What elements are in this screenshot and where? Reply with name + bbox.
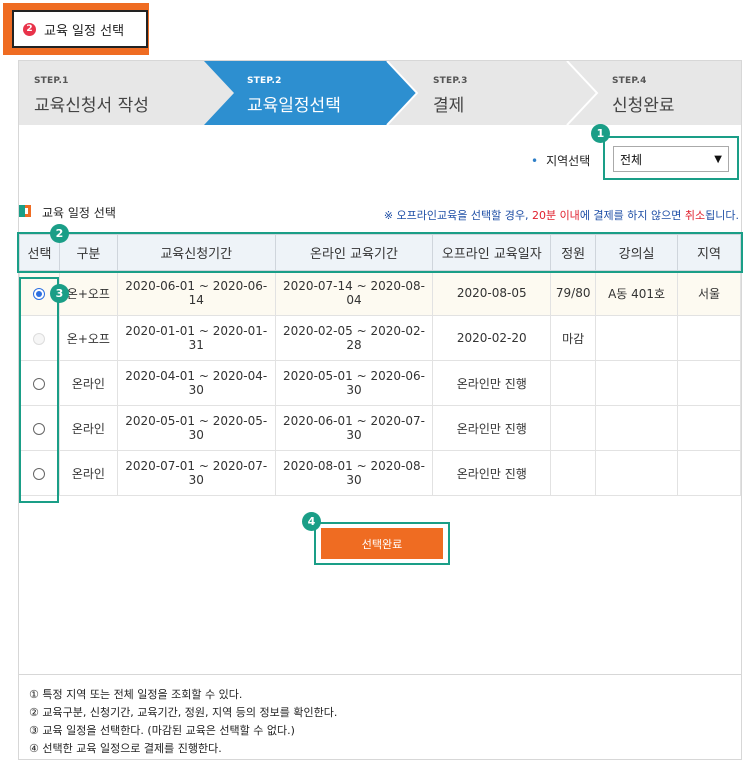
capacity-cell: 79/80: [550, 270, 597, 316]
step-4-label: STEP.4: [612, 76, 647, 86]
apply-period-cell: 2020-01-01 ~ 2020-01-31: [116, 315, 276, 361]
col-header-region: 지역: [677, 234, 741, 271]
offline-date-cell: 2020-02-20: [432, 315, 552, 361]
callout-badge-1: 1: [591, 124, 610, 143]
note-line: ④ 선택한 교육 일정으로 결제를 진행한다.: [29, 742, 222, 755]
notice-part-3: 에 결제를 하지 않으면: [579, 209, 685, 222]
schedule-radio[interactable]: [33, 467, 46, 480]
section-title: 교육 일정 선택: [42, 206, 116, 220]
capacity-cell: [550, 405, 597, 451]
note-line: ② 교육구분, 신청기간, 교육기간, 정원, 지역 등의 정보를 확인한다.: [29, 706, 338, 719]
notice-part-2: 20분 이내: [531, 209, 580, 222]
notice-part-5: 됩니다.: [705, 209, 739, 222]
apply-period-cell: 2020-07-01 ~ 2020-07-30: [116, 450, 276, 496]
bullet-icon: •: [531, 154, 539, 168]
step-3-title: 결제: [433, 96, 465, 116]
row-select-cell: [19, 315, 60, 361]
schedule-radio[interactable]: [33, 422, 46, 435]
step-2-label: STEP.2: [247, 76, 282, 86]
row-select-cell: [19, 360, 60, 406]
note-line: ③ 교육 일정을 선택한다. (마감된 교육은 선택할 수 없다.): [29, 724, 295, 737]
table-row: 온+오프 2020-01-01 ~ 2020-01-31 2020-02-05 …: [19, 315, 741, 361]
region-label: • 지역선택: [531, 152, 590, 169]
help-notes: ① 특정 지역 또는 전체 일정을 조회할 수 있다. ② 교육구분, 신청기간…: [19, 674, 741, 758]
table-row[interactable]: 온라인 2020-07-01 ~ 2020-07-30 2020-08-01 ~…: [19, 450, 741, 496]
section-title-box: 2 교육 일정 선택: [12, 10, 148, 48]
room-cell: [595, 405, 679, 451]
apply-period-cell: 2020-05-01 ~ 2020-05-30: [116, 405, 276, 451]
step-1-label: STEP.1: [34, 76, 69, 86]
apply-period-cell: 2020-06-01 ~ 2020-06-14: [116, 270, 276, 316]
step-divider-4: [566, 61, 599, 125]
room-cell: [595, 360, 679, 406]
apply-period-cell: 2020-04-01 ~ 2020-04-30: [116, 360, 276, 406]
capacity-cell: [550, 450, 597, 496]
online-period-cell: 2020-05-01 ~ 2020-06-30: [274, 360, 434, 406]
region-select[interactable]: 전체 ▼: [613, 146, 729, 172]
col-header-capacity: 정원: [550, 234, 597, 271]
online-period-cell: 2020-07-14 ~ 2020-08-04: [274, 270, 434, 316]
notice-part-4: 취소: [684, 209, 706, 222]
col-header-offline-date: 오프라인 교육일자: [432, 234, 552, 271]
schedule-radio-disabled: [33, 332, 46, 345]
schedule-radio[interactable]: [33, 377, 46, 390]
step-4-title: 신청완료: [612, 96, 675, 116]
schedule-table: 선택 구분 교육신청기간 온라인 교육기간 오프라인 교육일자 정원 강의실 지…: [19, 234, 741, 496]
callout-badge-4: 4: [302, 512, 321, 531]
note-line: ① 특정 지역 또는 전체 일정을 조회할 수 있다.: [29, 688, 243, 701]
room-cell: A동 401호: [595, 270, 679, 316]
region-cell: 서울: [677, 270, 741, 316]
row-select-cell: [19, 450, 60, 496]
step-number-badge: 2: [23, 22, 36, 36]
region-label-text: 지역선택: [546, 154, 591, 168]
room-cell: [595, 315, 679, 361]
region-cell: [677, 405, 741, 451]
step-2-title: 교육일정선택: [247, 96, 341, 116]
region-select-frame: 전체 ▼: [603, 136, 739, 180]
table-header-row: 선택 구분 교육신청기간 온라인 교육기간 오프라인 교육일자 정원 강의실 지…: [19, 234, 741, 271]
offline-date-cell: 온라인만 진행: [432, 405, 552, 451]
section-square-icon: [19, 205, 31, 217]
step-3-label: STEP.3: [433, 76, 468, 86]
region-select-value: 전체: [620, 152, 643, 167]
capacity-cell: [550, 360, 597, 406]
step-progress-bar: STEP.1 교육신청서 작성 STEP.2 교육일정선택 STEP.3 결제 …: [19, 61, 741, 125]
online-period-cell: 2020-02-05 ~ 2020-02-28: [274, 315, 434, 361]
select-complete-button[interactable]: 선택완료: [321, 528, 443, 559]
online-period-cell: 2020-08-01 ~ 2020-08-30: [274, 450, 434, 496]
region-cell: [677, 360, 741, 406]
type-cell: 온라인: [58, 450, 118, 496]
type-cell: 온라인: [58, 405, 118, 451]
col-header-room: 강의실: [595, 234, 679, 271]
offline-date-cell: 온라인만 진행: [432, 450, 552, 496]
callout-badge-2: 2: [50, 224, 69, 243]
offline-date-cell: 2020-08-05: [432, 270, 552, 316]
table-row[interactable]: 온+오프 2020-06-01 ~ 2020-06-14 2020-07-14 …: [19, 270, 741, 316]
step-1-title: 교육신청서 작성: [34, 96, 149, 116]
online-period-cell: 2020-06-01 ~ 2020-07-30: [274, 405, 434, 451]
region-cell: [677, 315, 741, 361]
room-cell: [595, 450, 679, 496]
callout-badge-3: 3: [50, 284, 69, 303]
capacity-cell: 마감: [550, 315, 597, 361]
table-row[interactable]: 온라인 2020-05-01 ~ 2020-05-30 2020-06-01 ~…: [19, 405, 741, 451]
submit-highlight-frame: 선택완료: [314, 522, 450, 565]
page-title: 교육 일정 선택: [44, 23, 125, 39]
main-panel: STEP.1 교육신청서 작성 STEP.2 교육일정선택 STEP.3 결제 …: [17, 60, 743, 760]
chevron-down-icon: ▼: [714, 153, 722, 165]
col-header-apply-period: 교육신청기간: [116, 234, 276, 271]
col-header-type: 구분: [58, 234, 118, 271]
row-select-cell: [19, 405, 60, 451]
table-row[interactable]: 온라인 2020-04-01 ~ 2020-04-30 2020-05-01 ~…: [19, 360, 741, 406]
region-cell: [677, 450, 741, 496]
col-header-online-period: 온라인 교육기간: [274, 234, 434, 271]
schedule-radio[interactable]: [33, 287, 46, 300]
type-cell: 온라인: [58, 360, 118, 406]
offline-date-cell: 온라인만 진행: [432, 360, 552, 406]
type-cell: 온+오프: [58, 315, 118, 361]
notice-part-1: ※ 오프라인교육을 선택할 경우,: [383, 209, 532, 222]
offline-notice: ※ 오프라인교육을 선택할 경우, 20분 이내에 결제를 하지 않으면 취소됩…: [384, 207, 739, 223]
section-title-tab: 2 교육 일정 선택: [3, 3, 149, 55]
